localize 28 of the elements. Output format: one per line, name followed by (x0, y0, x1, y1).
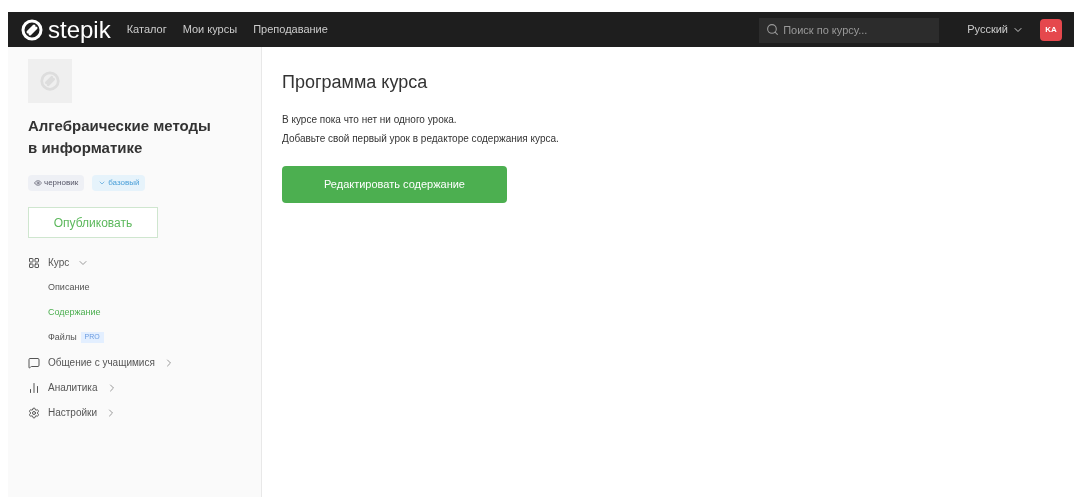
sidebar-subitem[interactable]: Описание (48, 280, 90, 295)
sidebar-subitem[interactable]: Файлы (48, 330, 77, 345)
user-avatar[interactable]: KA (1040, 18, 1062, 41)
page-title: Программа курса (282, 71, 429, 94)
course-cover (28, 59, 72, 103)
search-field[interactable]: Поиск по курсу... (759, 17, 940, 43)
nav-link[interactable]: Мои курсы (182, 21, 238, 38)
logo-icon[interactable] (20, 17, 44, 42)
course-tag: базовый (92, 175, 146, 191)
info-text: В курсе пока что нет ни одного урока. (282, 113, 458, 127)
eye-icon (34, 179, 42, 187)
search-icon (766, 23, 780, 36)
course-tag: черновик (28, 175, 85, 191)
sidebar-item[interactable]: Настройки (28, 400, 241, 425)
info-text: Добавьте свой первый урок в редакторе содержания курса. (282, 132, 560, 146)
course-title: Алгебраические методы в информатике (28, 116, 212, 158)
sidebar-item[interactable]: Общение с учащимися (28, 350, 241, 375)
bar-chart-icon (28, 381, 40, 394)
nav-link[interactable]: Преподавание (253, 21, 328, 38)
sidebar-item[interactable]: Аналитика (28, 375, 241, 400)
sidebar-item[interactable]: Курс (28, 250, 241, 275)
chat-icon (28, 356, 40, 369)
grid-icon (28, 256, 40, 269)
logo-text[interactable]: stepik (48, 17, 111, 42)
nav-link[interactable]: Каталог (126, 21, 167, 38)
language-selector[interactable]: Русский (967, 21, 1024, 38)
settings-icon (28, 406, 40, 419)
caret-icon (98, 179, 107, 187)
